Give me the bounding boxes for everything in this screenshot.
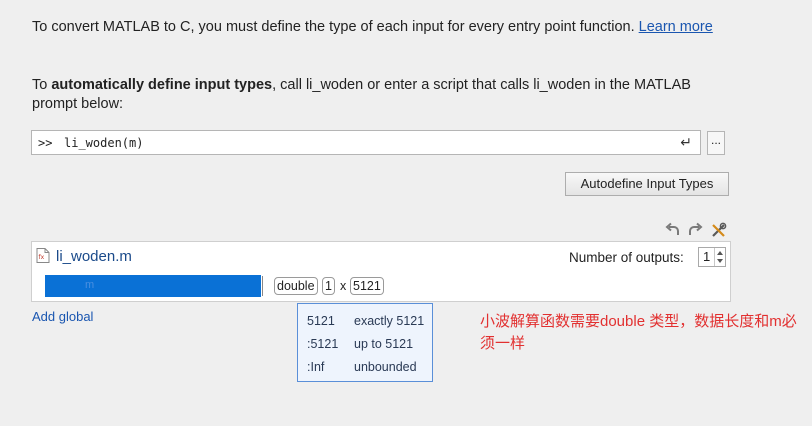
size-option-value[interactable]: :Inf — [307, 360, 324, 374]
spinner-arrows[interactable] — [714, 248, 725, 266]
size-option-value[interactable]: 5121 — [307, 314, 335, 328]
dim1-token[interactable]: 1 — [322, 277, 335, 295]
input-row-selected[interactable]: m — [45, 275, 261, 297]
autodefine-input-types-button[interactable]: Autodefine Input Types — [565, 172, 729, 196]
outputs-value[interactable]: 1 — [703, 249, 710, 264]
matlab-file-icon: fx — [36, 248, 50, 263]
size-option-desc[interactable]: unbounded — [354, 360, 417, 374]
size-options-popup: 5121 exactly 5121 :5121 up to 5121 :Inf … — [297, 303, 433, 382]
add-global-link[interactable]: Add global — [32, 309, 93, 324]
enter-icon[interactable]: ↵ — [680, 134, 692, 151]
dim2-token[interactable]: 5121 — [350, 277, 384, 295]
auto-prefix: To — [32, 77, 52, 93]
autodefine-instructions: To automatically define input types, cal… — [32, 76, 732, 114]
input-name[interactable]: m — [85, 279, 94, 291]
prompt-symbol: >> — [38, 136, 53, 150]
annotation-note: 小波解算函数需要double 类型，数据长度和m必须一样 — [480, 313, 797, 352]
dimension-separator: x — [340, 279, 347, 293]
browse-script-button[interactable]: ... — [707, 131, 725, 155]
outputs-label: Number of outputs: — [569, 250, 684, 265]
spinner-up-down-icon[interactable] — [715, 248, 725, 266]
auto-bold: automatically define input types — [51, 77, 273, 93]
entry-function-name[interactable]: li_woden.m — [56, 248, 132, 265]
entry-point-panel: fx li_woden.m Number of outputs: 1 m dou… — [31, 241, 731, 302]
redo-icon[interactable] — [686, 222, 703, 239]
outputs-spinner[interactable]: 1 — [698, 247, 726, 267]
input-type-token[interactable]: double — [274, 277, 318, 295]
column-divider[interactable] — [262, 276, 263, 296]
matlab-prompt-input[interactable]: >> li_woden(m) ↵ — [31, 130, 701, 155]
intro-sentence: To convert MATLAB to C, you must define … — [32, 19, 639, 35]
intro-text: To convert MATLAB to C, you must define … — [32, 18, 732, 37]
size-option-value[interactable]: :5121 — [307, 337, 338, 351]
undo-icon[interactable] — [665, 222, 682, 239]
command-text[interactable]: li_woden(m) — [64, 136, 143, 150]
tools-icon[interactable] — [710, 222, 727, 239]
svg-text:fx: fx — [39, 254, 45, 261]
size-option-desc[interactable]: exactly 5121 — [354, 314, 424, 328]
learn-more-link[interactable]: Learn more — [639, 19, 713, 35]
size-option-desc[interactable]: up to 5121 — [354, 337, 413, 351]
